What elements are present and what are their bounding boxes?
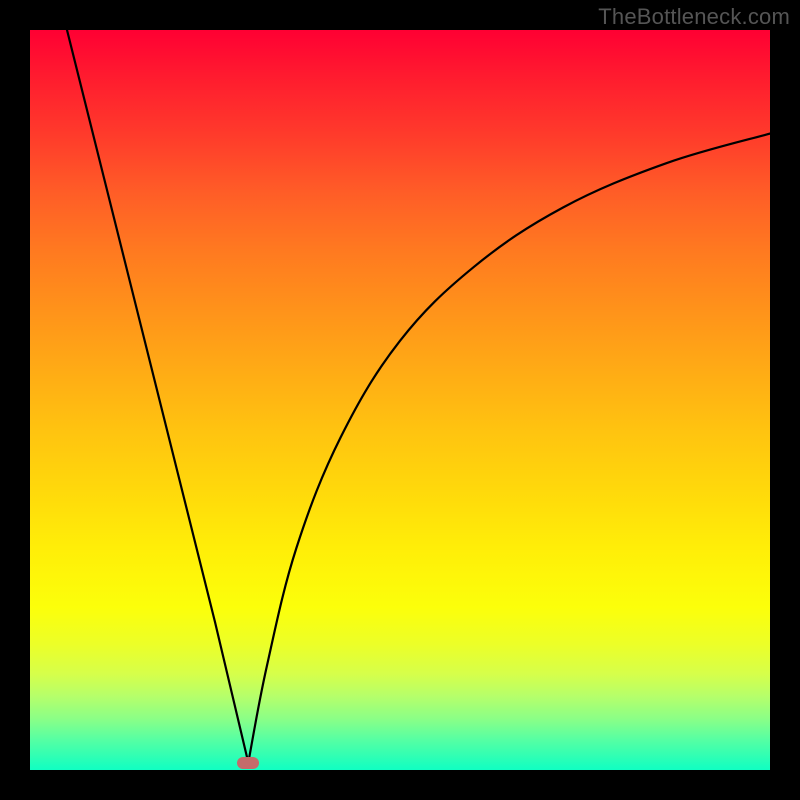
curve-left-branch xyxy=(67,30,248,763)
plot-area xyxy=(30,30,770,770)
curve-right-branch xyxy=(248,134,770,763)
chart-frame: TheBottleneck.com xyxy=(0,0,800,800)
watermark-text: TheBottleneck.com xyxy=(598,4,790,30)
minimum-marker xyxy=(237,757,259,769)
curve-svg xyxy=(30,30,770,770)
